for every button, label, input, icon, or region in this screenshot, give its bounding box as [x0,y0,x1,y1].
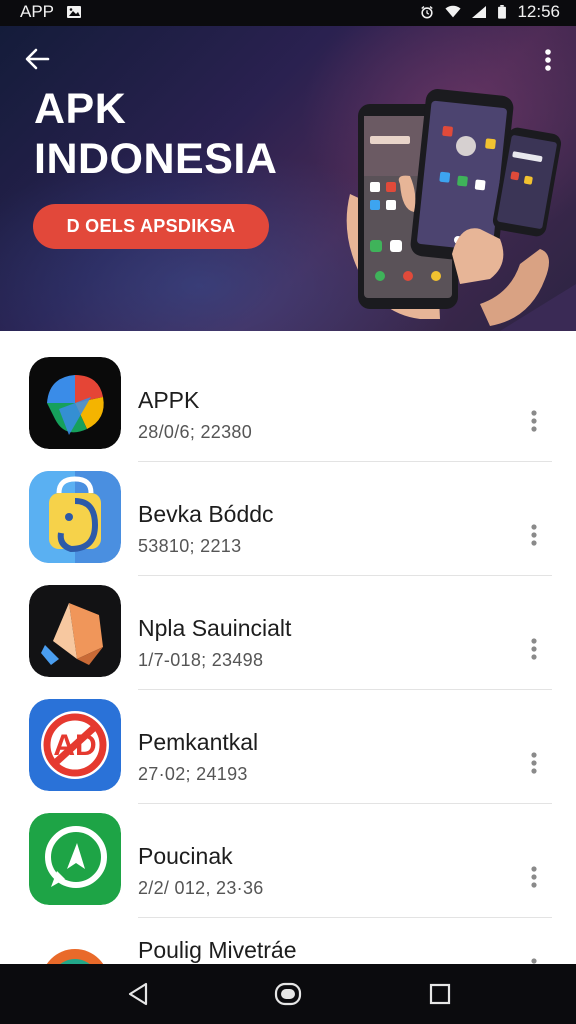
status-app-label: APP [20,2,55,21]
row-divider [138,575,552,576]
signal-icon [472,6,487,18]
list-item[interactable]: Poucinak 2/2/ 012, 23·36 [0,807,576,920]
title-line-1: APK [34,85,127,133]
app-name: Poucinak [138,843,233,869]
more-options-icon[interactable] [524,955,544,964]
nav-back-icon[interactable] [124,979,154,1009]
app-meta: 28/0/6; 22380 [138,422,253,442]
list-item[interactable]: APPK 28/0/6; 22380 [0,351,576,464]
orange-geometric-shape-icon [29,585,121,677]
row-divider [138,917,552,918]
hero-banner: APK INDONESIA D OELS APSDIKSA [0,26,576,331]
app-name: Bevka Bóddc [138,501,274,527]
row-divider [138,461,552,462]
status-bar: APP 12:56 [0,0,576,26]
green-chat-bubble-icon [29,813,121,905]
list-item[interactable]: Npla Sauincialt 1/7-018; 23498 [0,579,576,692]
list-item[interactable]: Bevka Bóddc 53810; 2213 [0,465,576,578]
nav-recents-icon[interactable] [425,979,455,1009]
more-options-icon[interactable] [524,749,544,781]
app-meta: 27·02; 24193 [138,764,248,784]
list-item[interactable]: Poulig Mivetráe [0,921,576,964]
status-time: 12:56 [517,2,560,21]
list-item[interactable]: AD Pemkantkal 27·02; 24193 [0,693,576,806]
blue-yellow-bag-icon [29,471,121,563]
promo-button[interactable]: D OELS APSDIKSA [33,204,269,249]
orange-circle-icon [46,949,104,964]
app-name: Npla Sauincialt [138,615,292,641]
phones-illustration [346,89,576,331]
app-list: APPK 28/0/6; 22380 Bevka Bóddc 53810; 22… [0,331,576,964]
title-line-2: INDONESIA [34,135,278,183]
alarm-icon [421,6,434,19]
back-arrow-icon[interactable] [20,44,54,74]
nav-home-icon[interactable] [273,979,303,1009]
row-divider [138,689,552,690]
more-options-icon[interactable] [524,863,544,895]
image-icon [67,6,82,18]
app-meta: 1/7-018; 23498 [138,650,264,670]
app-meta: 53810; 2213 [138,536,242,556]
more-options-icon[interactable] [524,407,544,439]
more-options-icon[interactable] [524,521,544,553]
row-divider [138,803,552,804]
battery-icon [498,5,507,19]
colorful-play-arrow-icon [29,357,121,449]
wifi-icon [445,5,462,18]
page-title: APK INDONESIA [34,84,277,184]
app-name: Pemkantkal [138,729,259,755]
more-options-icon[interactable] [524,635,544,667]
app-name: APPK [138,387,200,413]
app-name: Poulig Mivetráe [138,937,297,963]
ad-block-icon: AD [29,699,121,791]
app-meta: 2/2/ 012, 23·36 [138,878,264,898]
navigation-bar [0,964,576,1024]
